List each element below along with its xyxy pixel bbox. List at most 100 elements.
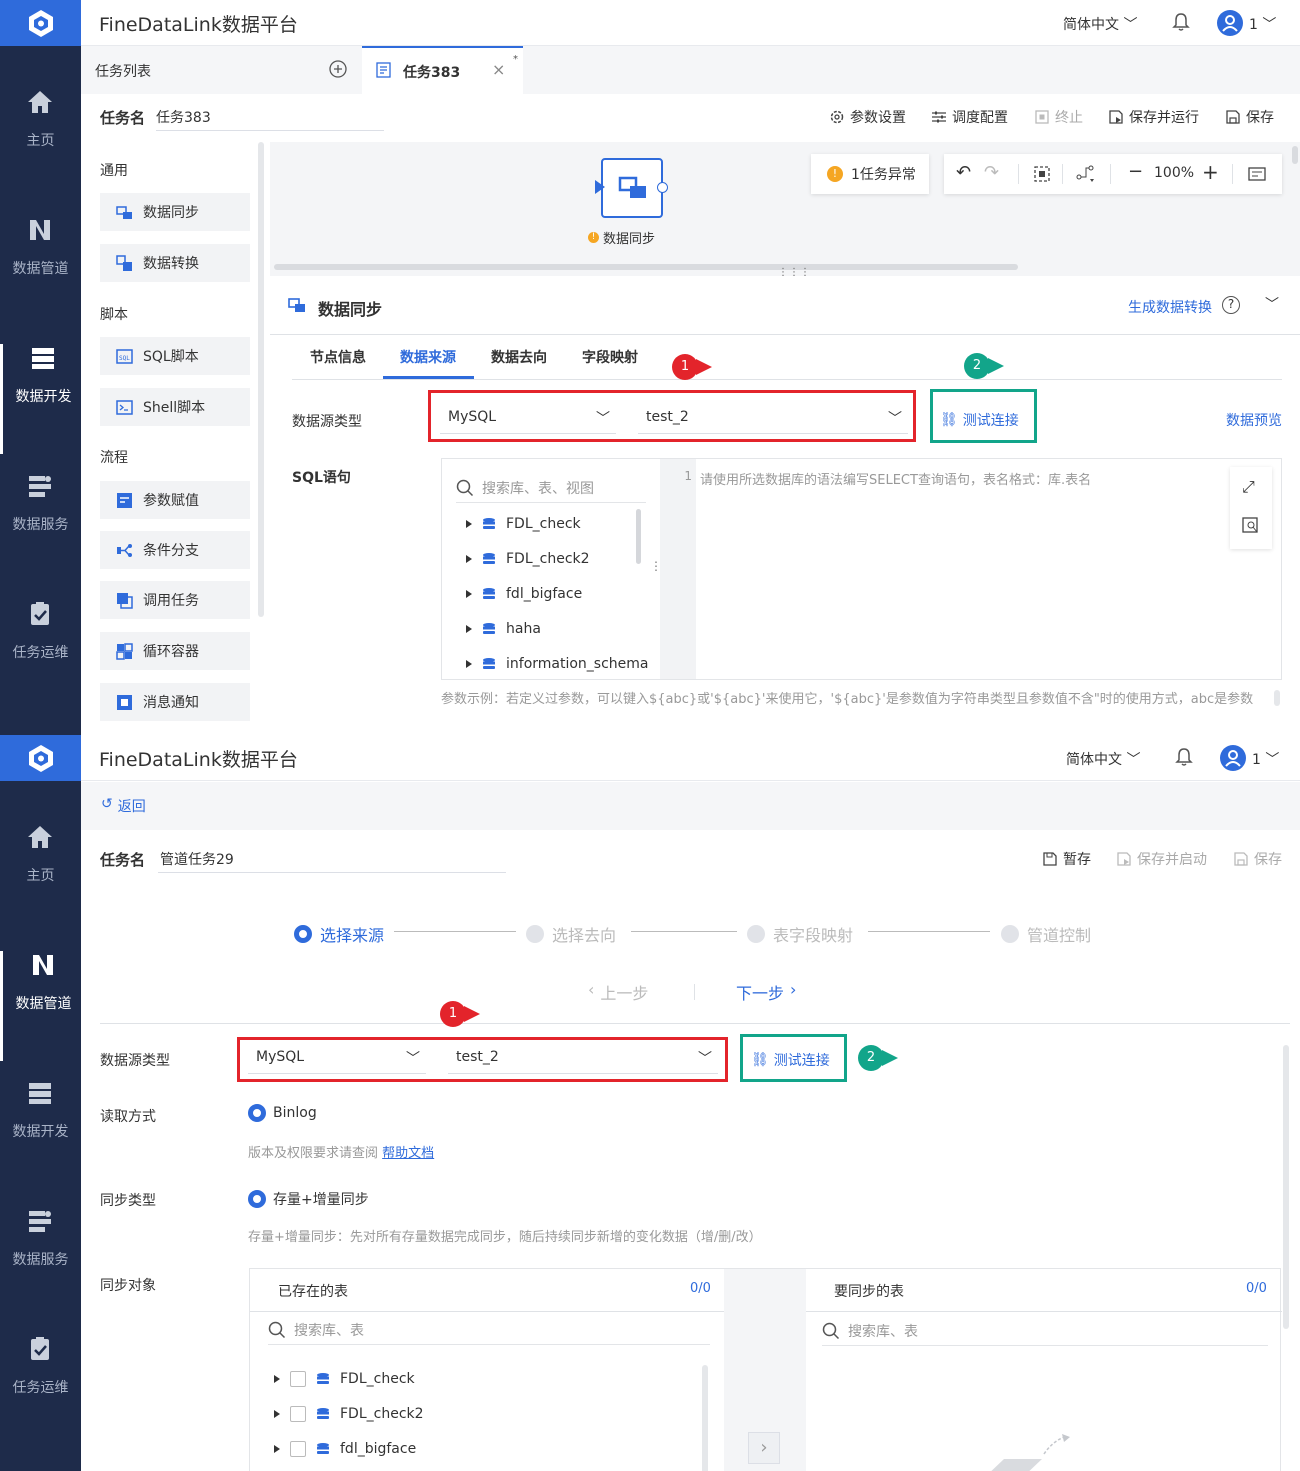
- existing-search-input[interactable]: 搜索库、表: [268, 1315, 710, 1345]
- table-tree-item[interactable]: fdl_bigface: [274, 1441, 416, 1457]
- schedule-button[interactable]: 调度配置: [931, 107, 1008, 127]
- table-tree-item[interactable]: FDL_check2: [274, 1406, 424, 1422]
- collapse-chevron-icon[interactable]: ﹀: [1265, 294, 1279, 314]
- save-start-button[interactable]: 保存并启动: [1116, 849, 1207, 869]
- next-step-button[interactable]: 下一步 ›: [736, 980, 796, 1004]
- tab-task-list[interactable]: 任务列表: [95, 61, 151, 81]
- step-select-target[interactable]: 选择去向: [526, 922, 616, 946]
- back-button[interactable]: ↺ 返回: [101, 796, 146, 816]
- save-button[interactable]: 保存: [1233, 849, 1282, 869]
- palette-scrollbar[interactable]: [258, 142, 264, 617]
- tool-sql-script[interactable]: SQL SQL脚本: [100, 337, 250, 375]
- sync-node[interactable]: [601, 158, 663, 218]
- task-name-input[interactable]: 管道任务29: [158, 849, 506, 873]
- nav-home[interactable]: 主页: [0, 823, 81, 933]
- tab-node-info[interactable]: 节点信息: [310, 347, 366, 367]
- tab-data-target[interactable]: 数据去向: [491, 347, 547, 367]
- help-doc-link[interactable]: 帮助文档: [382, 1146, 434, 1161]
- help-icon[interactable]: ?: [1222, 296, 1240, 314]
- tool-loop-container[interactable]: 循环容器: [100, 632, 250, 670]
- tab-task-383[interactable]: 任务383 × *: [362, 46, 523, 94]
- language-select[interactable]: 简体中文 ﹀: [1066, 749, 1140, 769]
- draft-button[interactable]: 暂存: [1042, 849, 1091, 869]
- undo-icon[interactable]: ↶: [956, 162, 971, 183]
- tree-search-input[interactable]: 搜索库、表、视图: [456, 473, 646, 503]
- save-button[interactable]: 保存: [1225, 107, 1274, 127]
- tool-param-assign[interactable]: 参数赋值: [100, 481, 250, 519]
- format-sql-icon[interactable]: [1242, 517, 1260, 535]
- tree-item[interactable]: information_schema: [466, 656, 649, 672]
- bell-icon[interactable]: [1171, 12, 1191, 32]
- nav-ops[interactable]: 任务运维: [0, 1335, 81, 1445]
- move-right-button[interactable]: ›: [748, 1432, 780, 1464]
- tool-call-task[interactable]: 调用任务: [100, 581, 250, 619]
- task-name-input[interactable]: 任务383: [156, 107, 384, 131]
- params-button[interactable]: 参数设置: [829, 107, 906, 127]
- db-name-select[interactable]: test_2 ﹀: [448, 1044, 718, 1074]
- app-logo[interactable]: [0, 0, 81, 46]
- tool-data-transform[interactable]: 数据转换: [100, 244, 250, 282]
- test-connection-button[interactable]: ⛓ 测试连接: [751, 1050, 830, 1070]
- table-tree-item[interactable]: FDL_check: [274, 1371, 415, 1387]
- sql-input[interactable]: 请使用所选数据库的语法编写SELECT查询语句，表名格式：库.表名: [700, 469, 1230, 488]
- nav-pipeline[interactable]: 数据管道: [0, 951, 81, 1061]
- step-field-mapping[interactable]: 表字段映射: [747, 922, 853, 946]
- avatar-icon[interactable]: [1220, 745, 1246, 771]
- tool-condition-branch[interactable]: 条件分支: [100, 531, 250, 569]
- db-type-select[interactable]: MySQL ﹀: [248, 1044, 426, 1074]
- db-type-select[interactable]: MySQL ﹀: [440, 404, 616, 434]
- nav-ops[interactable]: 任务运维: [0, 600, 81, 710]
- close-icon[interactable]: ×: [492, 60, 505, 79]
- nav-home[interactable]: 主页: [0, 88, 81, 198]
- language-select[interactable]: 简体中文 ﹀: [1063, 14, 1137, 34]
- stop-button[interactable]: 终止: [1034, 107, 1083, 127]
- expand-editor-icon[interactable]: ⤢: [1242, 477, 1255, 497]
- target-search-input[interactable]: 搜索库、表: [822, 1316, 1268, 1346]
- nav-service[interactable]: 数据服务: [0, 1207, 81, 1317]
- test-connection-button[interactable]: ⛓ 测试连接: [940, 410, 1019, 430]
- bell-icon[interactable]: [1174, 747, 1194, 767]
- tree-item[interactable]: haha: [466, 621, 541, 637]
- resize-handle[interactable]: ⋮⋮⋮: [778, 267, 811, 278]
- nav-pipeline[interactable]: 数据管道: [0, 216, 81, 326]
- data-preview-link[interactable]: 数据预览: [1226, 410, 1282, 430]
- redo-icon[interactable]: ↷: [984, 162, 999, 183]
- step-select-source[interactable]: 选择来源: [294, 922, 384, 946]
- nav-develop[interactable]: 数据开发: [0, 344, 81, 454]
- minimap-icon[interactable]: [1248, 167, 1266, 181]
- nav-develop[interactable]: 数据开发: [0, 1079, 81, 1189]
- checkbox[interactable]: [290, 1371, 306, 1387]
- tool-data-sync[interactable]: 数据同步: [100, 193, 250, 231]
- fit-view-icon[interactable]: [1034, 166, 1050, 182]
- checkbox[interactable]: [290, 1441, 306, 1457]
- tab-data-source[interactable]: 数据来源: [400, 347, 456, 367]
- save-run-button[interactable]: 保存并运行: [1108, 107, 1199, 127]
- checkbox[interactable]: [290, 1406, 306, 1422]
- tool-shell-script[interactable]: Shell脚本: [100, 388, 250, 426]
- prev-step-button[interactable]: ‹ 上一步: [588, 980, 648, 1004]
- add-tab-icon[interactable]: [329, 60, 347, 78]
- layout-icon[interactable]: [1076, 165, 1096, 183]
- node-input-port[interactable]: [595, 180, 605, 194]
- user-menu[interactable]: 1 ﹀: [1249, 14, 1276, 34]
- flow-canvas[interactable]: ! 数据同步 ! 1任务异常 ↶ ↷ − 100% + ⋮⋮⋮: [270, 142, 1300, 278]
- db-name-select[interactable]: test_2 ﹀: [638, 404, 908, 434]
- tree-item[interactable]: FDL_check2: [466, 551, 590, 567]
- node-output-port[interactable]: [657, 182, 668, 193]
- gen-transform-link[interactable]: 生成数据转换: [1128, 297, 1212, 317]
- avatar-icon[interactable]: [1217, 10, 1243, 36]
- tool-message-notify[interactable]: 消息通知: [100, 683, 250, 721]
- canvas-v-scrollbar[interactable]: [1292, 146, 1298, 164]
- tree-item[interactable]: fdl_bigface: [466, 586, 582, 602]
- zoom-in-icon[interactable]: +: [1202, 160, 1219, 184]
- step-pipeline-control[interactable]: 管道控制: [1001, 922, 1091, 946]
- tree-item[interactable]: FDL_check: [466, 516, 581, 532]
- read-mode-binlog-radio[interactable]: Binlog: [248, 1104, 317, 1122]
- canvas-h-scrollbar[interactable]: [274, 264, 1018, 270]
- task-error-badge[interactable]: ! 1任务异常: [811, 154, 929, 194]
- user-menu[interactable]: 1 ﹀: [1252, 749, 1279, 769]
- nav-service[interactable]: 数据服务: [0, 472, 81, 582]
- page-scrollbar[interactable]: [1283, 1045, 1289, 1329]
- zoom-out-icon[interactable]: −: [1128, 161, 1143, 182]
- tab-field-mapping[interactable]: 字段映射: [582, 347, 638, 367]
